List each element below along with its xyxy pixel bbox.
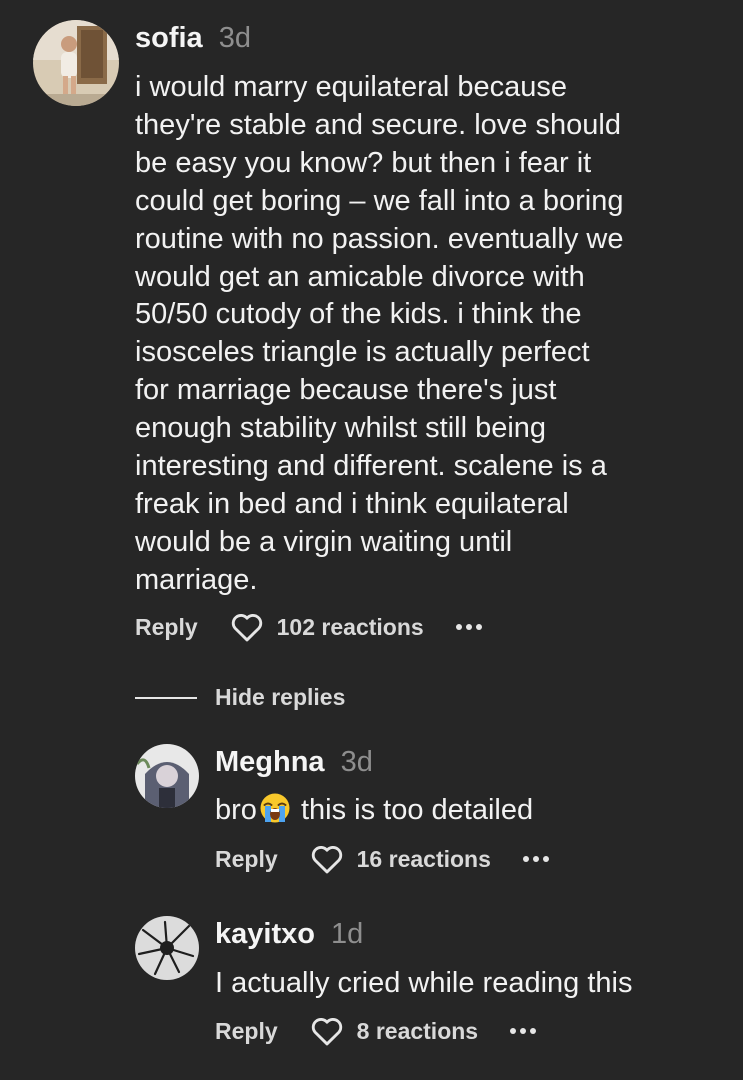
comment-text: bro this is too detailed bbox=[215, 791, 533, 829]
reply-button[interactable]: Reply bbox=[135, 614, 198, 641]
divider bbox=[135, 696, 197, 699]
hide-replies-label: Hide replies bbox=[215, 684, 346, 710]
comment-line: be easy you know? but then i fear it bbox=[135, 146, 592, 179]
more-options-icon[interactable] bbox=[455, 624, 482, 630]
reactions-count[interactable]: 8 reactions bbox=[357, 1018, 478, 1045]
avatar[interactable] bbox=[135, 916, 199, 980]
comment-line: enough stability whilst still being bbox=[135, 412, 547, 445]
comment-line: freak in bed and i think equilateral bbox=[135, 487, 569, 520]
comment-actions: Reply 16 reactions bbox=[215, 844, 549, 874]
username[interactable]: sofia bbox=[135, 22, 203, 55]
username[interactable]: Meghna bbox=[215, 746, 325, 779]
comment-line: 50/50 cutody of the kids. i think the bbox=[135, 298, 582, 331]
heart-icon[interactable] bbox=[230, 612, 264, 642]
more-options-icon[interactable] bbox=[522, 856, 549, 862]
comment-line: marriage. bbox=[135, 563, 258, 596]
reply-button[interactable]: Reply bbox=[215, 1018, 278, 1045]
reactions-count[interactable]: 16 reactions bbox=[357, 846, 491, 873]
timestamp: 1d bbox=[330, 918, 364, 950]
heart-icon[interactable] bbox=[310, 844, 344, 874]
username[interactable]: kayitxo bbox=[215, 918, 315, 951]
reply-button[interactable]: Reply bbox=[215, 846, 278, 873]
hide-replies-button[interactable]: Hide replies bbox=[135, 684, 345, 711]
comment-text: i would marry equilateral because they'r… bbox=[135, 69, 623, 600]
reactions-count[interactable]: 102 reactions bbox=[277, 614, 424, 641]
heart-icon[interactable] bbox=[310, 1016, 344, 1046]
timestamp: 3d bbox=[218, 22, 251, 54]
comment-line: would be a virgin waiting until bbox=[135, 525, 513, 558]
comment-line: i would marry equilateral because bbox=[135, 71, 567, 103]
comment-line: would get an amicable divorce with bbox=[135, 260, 585, 293]
comment-line: interesting and different. scalene is a bbox=[135, 450, 607, 483]
loudly-crying-face-icon bbox=[259, 792, 291, 824]
comment-header: Meghna 3d bbox=[215, 746, 373, 779]
avatar[interactable] bbox=[135, 744, 199, 808]
comment-line: for marriage because there's just bbox=[135, 374, 557, 407]
comment-header: sofia 3d bbox=[135, 22, 251, 55]
comment-line: could get boring – we fall into a boring bbox=[135, 184, 624, 217]
comment-text-part: this is too detailed bbox=[292, 794, 534, 826]
timestamp: 3d bbox=[340, 746, 373, 778]
comment-line: isosceles triangle is actually perfect bbox=[135, 336, 590, 369]
comment-actions: Reply 8 reactions bbox=[215, 1016, 537, 1046]
comment-header: kayitxo 1d bbox=[215, 918, 363, 951]
comment-text-part: bro bbox=[215, 794, 257, 826]
comment-line: routine with no passion. eventually we bbox=[135, 222, 624, 255]
comment-line: they're stable and secure. love should bbox=[135, 108, 621, 141]
avatar[interactable] bbox=[33, 20, 119, 106]
comment-text: I actually cried while reading this bbox=[215, 967, 633, 999]
comment-actions: Reply 102 reactions bbox=[135, 612, 482, 642]
more-options-icon[interactable] bbox=[510, 1028, 537, 1034]
